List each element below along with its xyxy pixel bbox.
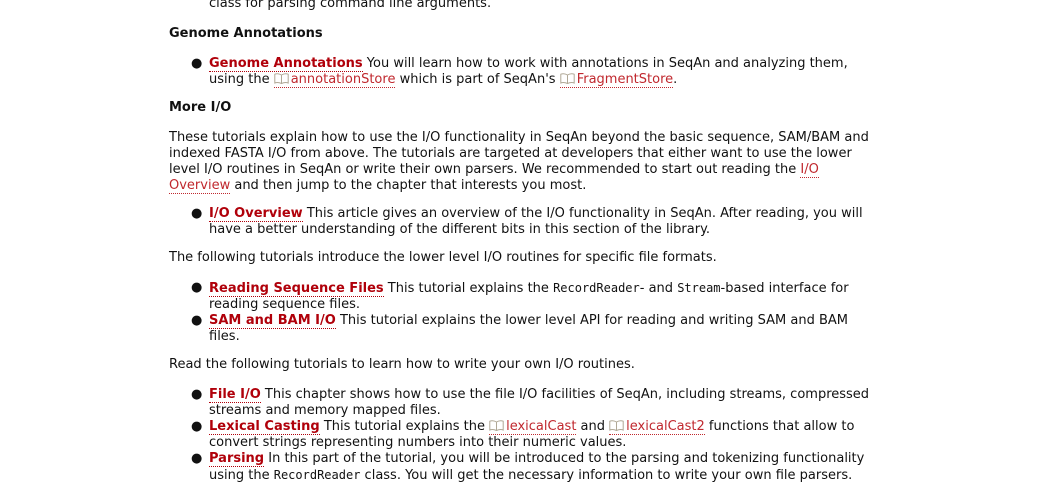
item-description: - and xyxy=(639,281,678,296)
api-link-label: FragmentStore xyxy=(576,72,674,87)
item-description: This tutorial explains the lower level A… xyxy=(335,313,849,328)
item-description: This tutorial explains the xyxy=(383,281,554,296)
file-formats-list: ● Reading Sequence Files This tutorial e… xyxy=(169,280,909,345)
item-description: using the xyxy=(209,72,274,87)
genome-annotations-list: ● Genome Annotations You will learn how … xyxy=(169,56,909,88)
lexical-casting-link[interactable]: Lexical Casting xyxy=(209,419,320,435)
io-overview-inline-link[interactable]: I/O xyxy=(800,162,819,178)
item-description: functions that allow to xyxy=(704,419,855,434)
item-description: and xyxy=(576,419,610,434)
item-description: class. You will get the necessary inform… xyxy=(360,468,853,483)
bullet-icon: ● xyxy=(191,206,203,221)
genome-annotations-heading: Genome Annotations xyxy=(169,26,323,41)
reading-sequence-files-link[interactable]: Reading Sequence Files xyxy=(209,281,384,297)
list-item: ● Lexical Casting This tutorial explains… xyxy=(169,419,909,451)
bullet-icon: ● xyxy=(191,56,203,71)
item-description: using the xyxy=(209,468,274,483)
item-description: have a better understanding of the diffe… xyxy=(209,222,711,237)
previous-item-continuation: class for parsing command line arguments… xyxy=(209,0,492,11)
intro-line: These tutorials explain how to use the I… xyxy=(169,130,869,145)
annotationstore-api-link[interactable]: annotationStore xyxy=(273,72,396,88)
open-book-icon xyxy=(489,420,504,431)
item-description: which is part of SeqAn's xyxy=(395,72,560,87)
list-item: ● SAM and BAM I/O This tutorial explains… xyxy=(169,313,909,345)
io-overview-inline-link-cont[interactable]: Overview xyxy=(169,178,231,194)
intro-line: level I/O routines in SeqAn or write the… xyxy=(169,162,801,177)
file-formats-intro: The following tutorials introduce the lo… xyxy=(169,250,717,265)
item-description: In this part of the tutorial, you will b… xyxy=(264,451,865,466)
intro-line: indexed FASTA I/O from above. The tutori… xyxy=(169,146,852,161)
list-item: ● File I/O This chapter shows how to use… xyxy=(169,387,909,419)
io-overview-list: ● I/O Overview This article gives an ove… xyxy=(169,206,909,238)
api-link-label: lexicalCast2 xyxy=(626,419,705,434)
item-description: You will learn how to work with annotati… xyxy=(362,56,848,71)
file-io-link[interactable]: File I/O xyxy=(209,387,261,403)
list-item: ● Reading Sequence Files This tutorial e… xyxy=(169,280,909,313)
item-description: This article gives an overview of the I/… xyxy=(302,206,863,221)
item-description: -based interface for xyxy=(720,281,849,296)
item-description: reading sequence files. xyxy=(209,297,360,312)
genome-annotations-link[interactable]: Genome Annotations xyxy=(209,56,363,72)
open-book-icon xyxy=(609,420,624,431)
intro-line: and then jump to the chapter that intere… xyxy=(230,178,587,193)
list-item: ● Parsing In this part of the tutorial, … xyxy=(169,451,909,484)
open-book-icon xyxy=(559,73,575,84)
sam-bam-io-link[interactable]: SAM and BAM I/O xyxy=(209,313,336,329)
item-description: This chapter shows how to use the file I… xyxy=(260,387,870,402)
more-io-intro: These tutorials explain how to use the I… xyxy=(169,130,909,194)
io-overview-link[interactable]: I/O Overview xyxy=(209,206,303,222)
own-routines-intro: Read the following tutorials to learn ho… xyxy=(169,357,635,372)
bullet-icon: ● xyxy=(191,387,203,402)
api-link-label: annotationStore xyxy=(290,72,396,87)
code-literal: Stream xyxy=(677,281,721,295)
item-description: convert strings representing numbers int… xyxy=(209,435,627,450)
bullet-icon: ● xyxy=(191,419,203,434)
code-literal: RecordReader xyxy=(553,281,640,295)
item-description: . xyxy=(673,72,678,87)
item-description: This tutorial explains the xyxy=(319,419,490,434)
lexicalcast2-api-link[interactable]: lexicalCast2 xyxy=(609,419,705,435)
io-routines-list: ● File I/O This chapter shows how to use… xyxy=(169,387,909,484)
list-item: ● I/O Overview This article gives an ove… xyxy=(169,206,909,238)
lexicalcast-api-link[interactable]: lexicalCast xyxy=(489,419,577,435)
more-io-heading: More I/O xyxy=(169,100,232,115)
tutorial-content: class for parsing command line arguments… xyxy=(169,0,909,484)
bullet-icon: ● xyxy=(191,451,203,466)
item-description: files. xyxy=(209,329,240,344)
fragmentstore-api-link[interactable]: FragmentStore xyxy=(559,72,674,88)
item-description: streams and memory mapped files. xyxy=(209,403,441,418)
open-book-icon xyxy=(274,73,289,84)
code-literal: RecordReader xyxy=(273,468,361,482)
bullet-icon: ● xyxy=(191,280,203,295)
api-link-label: lexicalCast xyxy=(506,419,577,434)
list-item: ● Genome Annotations You will learn how … xyxy=(169,56,909,88)
parsing-link[interactable]: Parsing xyxy=(209,451,265,467)
bullet-icon: ● xyxy=(191,313,203,328)
